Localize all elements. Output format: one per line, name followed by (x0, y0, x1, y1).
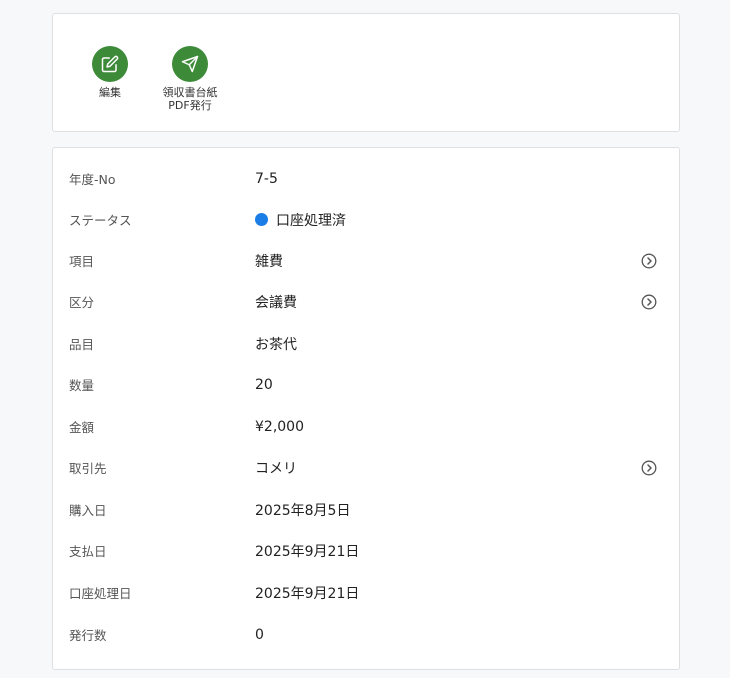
field-label: 発行数 (69, 628, 107, 643)
field-label: 購入日 (69, 503, 107, 518)
field-value: 2025年8月5日 (255, 502, 351, 519)
edit-icon (101, 55, 119, 73)
field-row-issue-count: 発行数 0 (69, 614, 663, 655)
status-value: 口座処理済 (255, 210, 663, 230)
field-row-item: 項目 雑費 (69, 240, 663, 281)
field-label: 支払日 (69, 544, 107, 559)
field-label: 区分 (69, 295, 95, 310)
chevron-right-circle-icon[interactable] (641, 294, 657, 310)
field-row-amount: 金額 ¥2,000 (69, 406, 663, 447)
chevron-right-circle-icon[interactable] (641, 253, 657, 269)
edit-action[interactable]: 編集 (70, 46, 150, 99)
status-dot (255, 213, 268, 226)
field-label: ステータス (69, 213, 132, 228)
field-label: 項目 (69, 254, 95, 269)
field-value: 20 (255, 376, 273, 393)
field-value: コメリ (255, 460, 297, 477)
field-row-quantity: 数量 20 (69, 364, 663, 405)
field-row-category: 区分 会議費 (69, 281, 663, 322)
field-value: お茶代 (255, 336, 297, 353)
field-label: 口座処理日 (69, 586, 132, 601)
field-value: ¥2,000 (255, 418, 304, 435)
receipt-pdf-label-line1: 領収書台紙 (162, 86, 218, 99)
field-label: 金額 (69, 420, 95, 435)
receipt-pdf-label-line2: PDF発行 (168, 99, 212, 112)
field-row-product: 品目 お茶代 (69, 323, 663, 364)
field-value: 0 (255, 626, 264, 643)
actions-panel: 編集 領収書台紙 PDF発行 (52, 13, 680, 132)
field-row-account-date: 口座処理日 2025年9月21日 (69, 572, 663, 613)
edit-button[interactable] (92, 46, 128, 82)
field-row-payment-date: 支払日 2025年9月21日 (69, 530, 663, 571)
field-value: 2025年9月21日 (255, 585, 360, 602)
field-label: 取引先 (69, 461, 107, 476)
edit-label: 編集 (99, 86, 121, 99)
field-row-fiscal-no: 年度-No 7-5 (69, 158, 663, 199)
field-value: 7-5 (255, 170, 278, 187)
field-value: 2025年9月21日 (255, 543, 360, 560)
field-label: 年度-No (69, 172, 116, 187)
field-row-purchase-date: 購入日 2025年8月5日 (69, 489, 663, 530)
field-label: 品目 (69, 337, 95, 352)
field-row-status: ステータス 口座処理済 (69, 199, 663, 240)
field-label: 数量 (69, 378, 95, 393)
chevron-right-circle-icon[interactable] (641, 460, 657, 476)
receipt-pdf-label: 領収書台紙 PDF発行 (150, 86, 230, 112)
field-row-vendor: 取引先 コメリ (69, 447, 663, 488)
field-value: 会議費 (255, 294, 297, 311)
status-text: 口座処理済 (276, 212, 346, 229)
detail-panel: 年度-No 7-5 ステータス 口座処理済 項目 雑費 区分 会議費 品目 お茶… (52, 147, 680, 670)
receipt-pdf-action[interactable]: 領収書台紙 PDF発行 (150, 46, 230, 112)
send-icon (181, 55, 199, 73)
receipt-pdf-button[interactable] (172, 46, 208, 82)
field-value: 雑費 (255, 253, 283, 270)
